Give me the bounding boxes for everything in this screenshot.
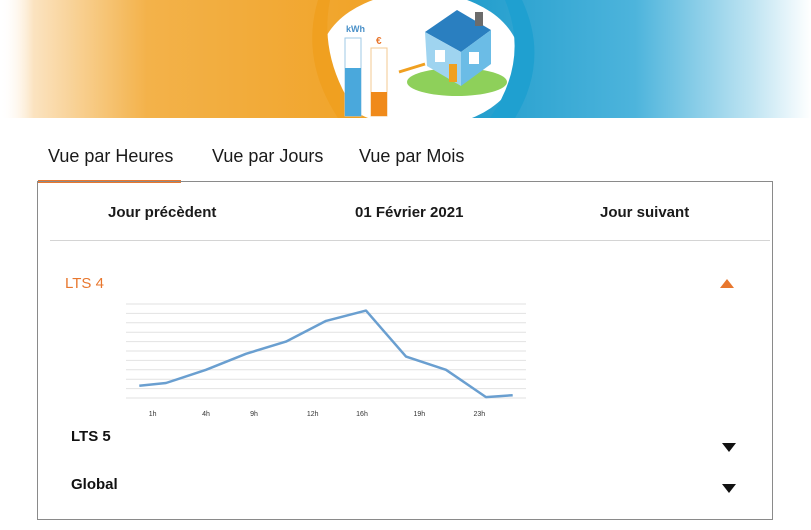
x-tick-label: 19h [413,411,425,418]
section-lts5-label[interactable]: LTS 5 [71,428,111,445]
tab-vue-par-jours[interactable]: Vue par Jours [212,146,323,167]
current-date: 01 Février 2021 [355,204,464,221]
x-tick-label: 4h [202,411,210,418]
tab-vue-par-mois[interactable]: Vue par Mois [359,146,464,167]
kwh-label: kWh [346,24,365,34]
triangle-down-icon[interactable] [722,443,736,452]
series-line [139,309,513,399]
previous-day-button[interactable]: Jour précèdent [108,204,216,221]
next-day-button[interactable]: Jour suivant [600,204,689,221]
divider [50,240,770,241]
tab-vue-par-heures[interactable]: Vue par Heures [37,146,182,183]
view-tabs: Vue par Heures Vue par Jours Vue par Moi… [37,146,738,183]
triangle-down-icon[interactable] [722,484,736,493]
x-tick-label: 12h [307,411,319,418]
date-navigation: Jour précèdent 01 Février 2021 Jour suiv… [38,182,772,242]
house-icon [398,10,507,96]
x-tick-label: 16h [356,411,368,418]
section-lts4-label[interactable]: LTS 4 [65,275,104,292]
euro-label: € [376,36,382,47]
consumption-panel: Jour précèdent 01 Février 2021 Jour suiv… [37,181,773,520]
x-tick-label: 1h [149,411,157,418]
section-global-label[interactable]: Global [71,476,118,493]
lts4-line-chart: 1h 4h 9h 12h 16h 19h 23h [126,303,526,418]
x-axis-ticks: 1h 4h 9h 12h 16h 19h 23h [149,411,486,418]
x-tick-label: 23h [473,411,485,418]
triangle-up-icon[interactable] [720,279,734,288]
x-tick-label: 9h [250,411,258,418]
header-banner: kWh € [0,0,811,122]
